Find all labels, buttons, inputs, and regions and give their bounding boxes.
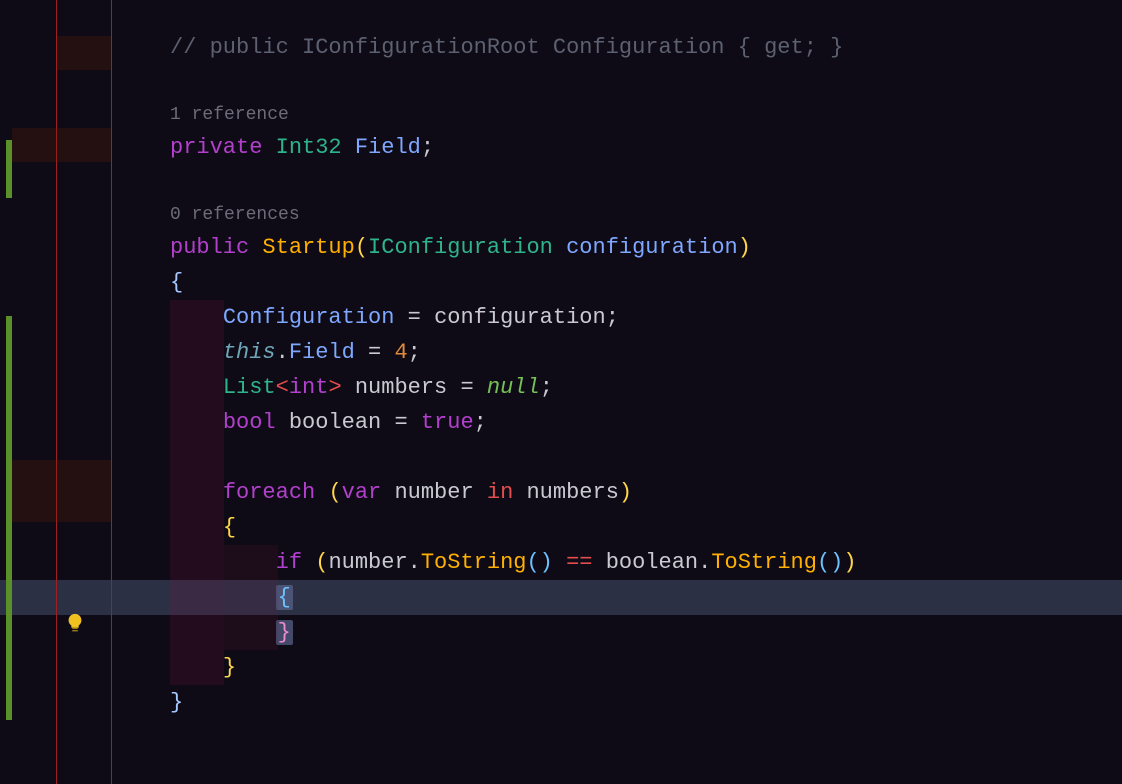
blank-line[interactable] [170, 440, 1122, 475]
diff-added-bar [6, 140, 12, 198]
code-line[interactable]: bool boolean = true; [170, 405, 1122, 440]
lightbulb-icon[interactable] [64, 612, 86, 634]
code-line[interactable]: { [170, 265, 1122, 300]
code-line[interactable]: public Startup(IConfiguration configurat… [170, 230, 1122, 265]
code-line[interactable]: } [170, 685, 1122, 720]
change-marker [12, 460, 111, 522]
code-line[interactable]: foreach (var number in numbers) [170, 475, 1122, 510]
change-marker [12, 128, 111, 162]
code-line[interactable]: Configuration = configuration; [170, 300, 1122, 335]
blank-line[interactable] [170, 65, 1122, 100]
code-line[interactable]: { [170, 510, 1122, 545]
code-content[interactable]: // public IConfigurationRoot Configurati… [170, 30, 1122, 720]
ruler-line [56, 0, 57, 784]
code-line[interactable]: this.Field = 4; [170, 335, 1122, 370]
codelens[interactable]: 0 references [170, 200, 1122, 230]
comment: // public IConfigurationRoot Configurati… [170, 35, 843, 60]
code-line[interactable]: List<int> numbers = null; [170, 370, 1122, 405]
blank-line[interactable] [170, 165, 1122, 200]
code-editor[interactable]: // public IConfigurationRoot Configurati… [0, 0, 1122, 784]
code-line[interactable]: } [170, 615, 1122, 650]
code-line[interactable]: if (number.ToString() == boolean.ToStrin… [170, 545, 1122, 580]
ruler-line [111, 0, 112, 784]
diff-added-bar [6, 316, 12, 720]
code-line[interactable]: private Int32 Field; [170, 130, 1122, 165]
change-marker [57, 36, 111, 70]
brace-open: { [276, 585, 293, 610]
gutter [0, 0, 170, 784]
code-line[interactable]: } [170, 650, 1122, 685]
codelens[interactable]: 1 reference [170, 100, 1122, 130]
brace-close: } [276, 620, 293, 645]
code-line[interactable]: // public IConfigurationRoot Configurati… [170, 30, 1122, 65]
code-line-active[interactable]: { [170, 580, 1122, 615]
